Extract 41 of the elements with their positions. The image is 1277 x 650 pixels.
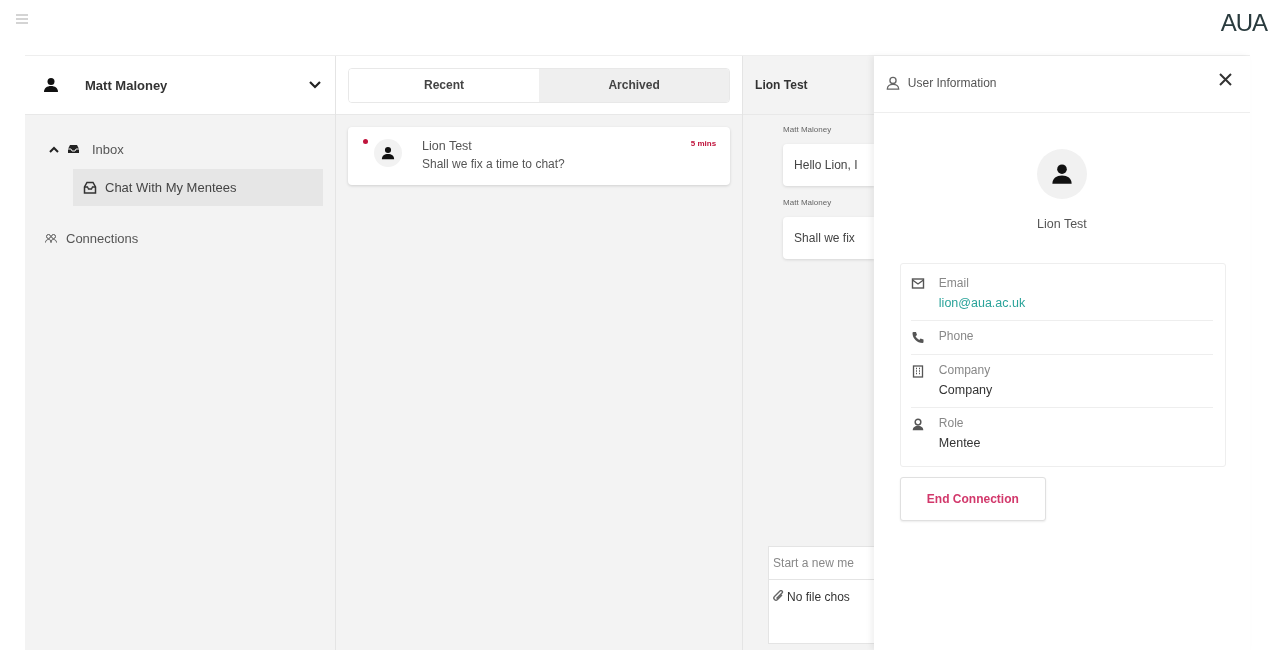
file-status: No file chos bbox=[787, 590, 850, 604]
logo: AUA bbox=[1220, 8, 1267, 37]
avatar-icon bbox=[1036, 149, 1087, 199]
user-icon bbox=[910, 418, 925, 431]
sender-name: Matt Maloney bbox=[783, 125, 832, 134]
message-bubble: Shall we fix bbox=[783, 217, 874, 259]
conversation-card[interactable]: Lion Test Shall we fix a time to chat? 5 mins bbox=[348, 127, 731, 185]
chat-title: Lion Test bbox=[755, 78, 808, 92]
paperclip-icon[interactable] bbox=[773, 590, 785, 602]
building-icon bbox=[910, 365, 925, 378]
phone-icon bbox=[910, 331, 925, 344]
message-bubble: Hello Lion, I bbox=[783, 144, 874, 186]
field-label: Phone bbox=[938, 329, 974, 343]
attachment-area[interactable]: No file chos bbox=[768, 580, 874, 644]
inbox-icon bbox=[67, 144, 80, 154]
message-input[interactable]: Start a new me bbox=[768, 546, 874, 580]
field-label: Company bbox=[938, 363, 992, 377]
sender-name: Matt Maloney bbox=[783, 198, 832, 207]
field-label: Role bbox=[938, 416, 965, 430]
contact-name: Lion Test bbox=[422, 139, 473, 153]
avatar-icon bbox=[374, 139, 402, 167]
end-connection-button[interactable]: End Connection bbox=[899, 477, 1046, 521]
people-icon bbox=[45, 233, 57, 243]
message-time: 5 mins bbox=[690, 139, 717, 148]
user-name: Lion Test bbox=[1037, 217, 1087, 231]
nav-item[interactable]: Inbox bbox=[49, 135, 323, 163]
field-value: Company bbox=[938, 383, 993, 397]
close-icon[interactable] bbox=[1219, 72, 1232, 86]
tab[interactable]: Archived bbox=[539, 68, 730, 102]
user-icon bbox=[43, 77, 59, 93]
user-selector[interactable]: Matt Maloney bbox=[25, 56, 335, 115]
mail-icon bbox=[910, 278, 925, 289]
nav-subitem[interactable]: Chat With My Mentees bbox=[73, 169, 323, 206]
inbox-icon bbox=[83, 181, 97, 194]
nav-item[interactable]: Connections bbox=[45, 224, 323, 252]
chevron-down-icon bbox=[309, 81, 321, 89]
user-icon bbox=[885, 76, 900, 90]
field-value: Mentee bbox=[938, 436, 981, 450]
field-label: Email bbox=[938, 276, 970, 290]
panel-title: User Information bbox=[907, 76, 998, 90]
message-preview: Shall we fix a time to chat? bbox=[422, 157, 566, 171]
